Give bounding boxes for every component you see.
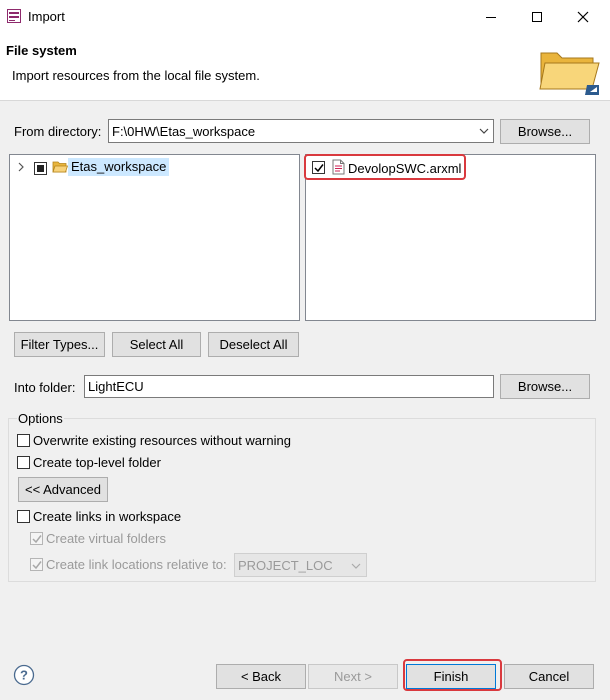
- select-all-button[interactable]: Select All: [112, 332, 201, 357]
- overwrite-label: Overwrite existing resources without war…: [33, 433, 291, 448]
- maximize-icon: [532, 11, 542, 22]
- folder-tree[interactable]: Etas_workspace: [9, 154, 300, 321]
- chevron-down-icon: [351, 563, 361, 569]
- into-folder-label: Into folder:: [14, 380, 76, 395]
- create-links-label: Create links in workspace: [33, 509, 182, 524]
- overwrite-checkbox[interactable]: [17, 434, 30, 447]
- wizard-header: File system Import resources from the lo…: [0, 33, 610, 101]
- advanced-button[interactable]: << Advanced: [18, 477, 108, 502]
- close-button[interactable]: [560, 0, 606, 33]
- create-link-locations-checkbox: [30, 558, 43, 571]
- tree-item-etas-workspace[interactable]: Etas_workspace: [68, 158, 170, 176]
- minimize-button[interactable]: [468, 0, 514, 33]
- from-directory-combo[interactable]: F:\0HW\Etas_workspace: [108, 119, 494, 143]
- highlight-box: [403, 659, 502, 691]
- folder-icon: [539, 52, 600, 95]
- window-title: Import: [28, 9, 65, 24]
- create-virtual-folders-checkbox: [30, 532, 43, 545]
- highlight-box: [304, 154, 466, 180]
- create-virtual-folders-label: Create virtual folders: [46, 531, 166, 546]
- title-bar: Import: [0, 0, 610, 33]
- maximize-button[interactable]: [514, 0, 560, 33]
- close-icon: [577, 11, 589, 22]
- create-top-level-checkbox[interactable]: [17, 456, 30, 469]
- link-location-combo: PROJECT_LOC: [234, 553, 367, 577]
- next-button[interactable]: Next >: [308, 664, 398, 689]
- from-directory-value: F:\0HW\Etas_workspace: [112, 124, 256, 139]
- into-folder-input[interactable]: LightECU: [84, 375, 494, 398]
- create-top-level-label: Create top-level folder: [33, 455, 161, 470]
- back-button[interactable]: < Back: [216, 664, 306, 689]
- create-links-checkbox[interactable]: [17, 510, 30, 523]
- page-title: File system: [6, 43, 77, 58]
- tree-item-label: Etas_workspace: [71, 159, 167, 174]
- cancel-button[interactable]: Cancel: [504, 664, 594, 689]
- app-icon: [7, 9, 21, 23]
- link-location-value: PROJECT_LOC: [238, 558, 333, 573]
- svg-text:?: ?: [20, 668, 28, 683]
- page-description: Import resources from the local file sys…: [12, 68, 260, 83]
- chevron-down-icon[interactable]: [479, 127, 489, 135]
- filter-types-button[interactable]: Filter Types...: [14, 332, 105, 357]
- from-directory-label: From directory:: [14, 124, 102, 139]
- options-group-label: Options: [17, 411, 64, 426]
- browse-source-button[interactable]: Browse...: [500, 119, 590, 144]
- tree-item-checkbox[interactable]: [34, 162, 47, 175]
- deselect-all-button[interactable]: Deselect All: [208, 332, 299, 357]
- into-folder-value: LightECU: [88, 379, 144, 394]
- create-link-locations-label: Create link locations relative to:: [46, 557, 227, 572]
- chevron-right-icon[interactable]: [17, 162, 25, 172]
- browse-target-button[interactable]: Browse...: [500, 374, 590, 399]
- help-icon[interactable]: ?: [13, 664, 35, 686]
- folder-icon: [52, 161, 68, 173]
- minimize-icon: [486, 16, 496, 18]
